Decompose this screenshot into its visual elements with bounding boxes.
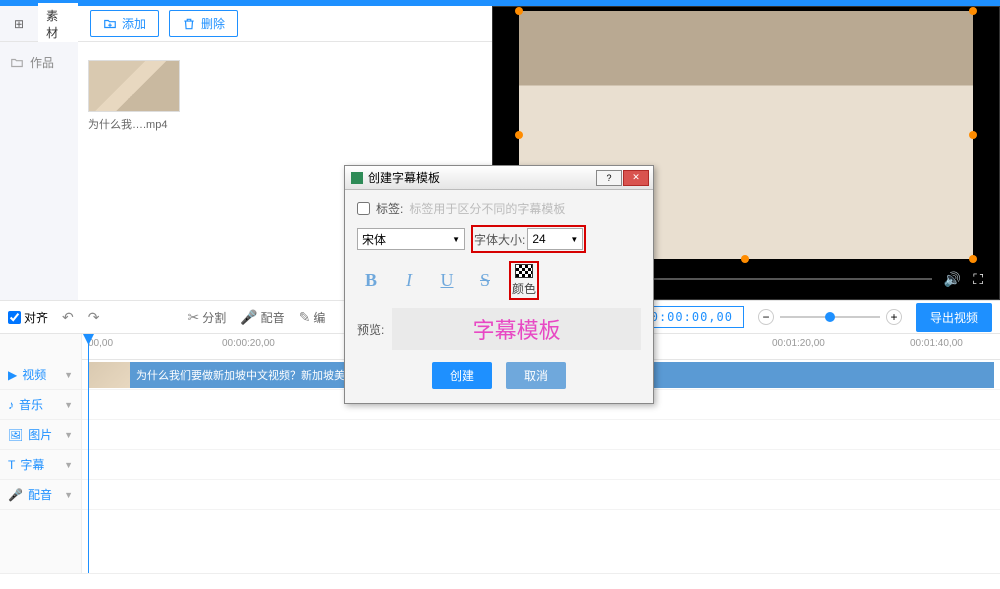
fontsize-select[interactable]: 24 ▼ xyxy=(527,228,583,250)
voiceover-button[interactable]: 🎤配音 xyxy=(240,309,284,326)
dialog-app-icon xyxy=(351,172,363,184)
split-button[interactable]: ✂分割 xyxy=(187,309,226,326)
resize-handle[interactable] xyxy=(515,7,523,15)
fontsize-label: 字体大小: xyxy=(474,231,525,248)
fullscreen-icon[interactable]: ⛶ xyxy=(973,271,983,288)
tag-checkbox[interactable] xyxy=(357,202,370,215)
dialog-title: 创建字幕模板 xyxy=(368,169,440,186)
align-label: 对齐 xyxy=(24,309,48,326)
ruler-tick: 00:01:40,00 xyxy=(910,338,963,349)
track-label-image[interactable]: 🖼图片▼ xyxy=(0,420,81,450)
zoom-out-button[interactable]: − xyxy=(758,309,774,325)
resize-handle[interactable] xyxy=(515,131,523,139)
sidebar-tab-grid-icon[interactable]: ⊞ xyxy=(6,13,32,35)
redo-button[interactable]: ↷ xyxy=(88,309,100,326)
video-icon: ▶ xyxy=(8,368,17,382)
color-highlight: 颜色 xyxy=(509,261,539,300)
track-row-voiceover[interactable] xyxy=(82,480,1000,510)
track-label-audio[interactable]: ♪音乐▼ xyxy=(0,390,81,420)
track-label-voiceover[interactable]: 🎤配音▼ xyxy=(0,480,81,510)
close-button[interactable]: ✕ xyxy=(623,170,649,186)
resize-handle[interactable] xyxy=(969,7,977,15)
undo-button[interactable]: ↶ xyxy=(62,309,74,326)
chevron-down-icon: ▼ xyxy=(64,490,73,500)
chevron-down-icon: ▼ xyxy=(64,460,73,470)
font-select[interactable]: 宋体 ▼ xyxy=(357,228,465,250)
playhead[interactable] xyxy=(88,334,89,573)
subtitle-preview: 字幕模板 xyxy=(392,308,641,350)
edit-button[interactable]: ✎编 xyxy=(299,309,326,326)
export-button[interactable]: 导出视频 xyxy=(916,303,992,332)
zoom-in-button[interactable]: + xyxy=(886,309,902,325)
align-checkbox-input[interactable] xyxy=(8,311,21,324)
clip-thumbnail xyxy=(88,60,180,112)
resize-handle[interactable] xyxy=(969,131,977,139)
clip-thumbnail xyxy=(88,362,130,388)
fontsize-highlight: 字体大小: 24 ▼ xyxy=(471,225,586,253)
media-clip[interactable]: 为什么我….mp4 xyxy=(88,60,180,132)
align-checkbox[interactable]: 对齐 xyxy=(8,309,48,326)
chevron-down-icon: ▼ xyxy=(64,400,73,410)
microphone-icon: 🎤 xyxy=(8,488,23,502)
folder-plus-icon xyxy=(103,17,117,31)
tag-label: 标签: xyxy=(376,200,403,217)
add-button[interactable]: 添加 xyxy=(90,10,159,37)
microphone-icon: 🎤 xyxy=(240,309,257,326)
chevron-down-icon: ▼ xyxy=(64,430,73,440)
tag-placeholder: 标签用于区分不同的字幕模板 xyxy=(409,200,565,217)
scissors-icon: ✂ xyxy=(187,309,199,326)
ruler-tick: 00:01:20,00 xyxy=(772,338,825,349)
preview-label: 预览: xyxy=(357,321,384,338)
zoom-slider[interactable] xyxy=(780,316,880,318)
track-label-video[interactable]: ▶视频▼ xyxy=(0,360,81,390)
color-swatch-icon xyxy=(515,264,533,278)
chevron-down-icon: ▼ xyxy=(570,235,578,244)
bold-button[interactable]: B xyxy=(357,270,385,291)
font-value: 宋体 xyxy=(362,231,386,248)
trash-icon xyxy=(182,17,196,31)
help-button[interactable]: ? xyxy=(596,170,622,186)
color-button[interactable]: 颜色 xyxy=(512,264,536,297)
track-row-image[interactable] xyxy=(82,420,1000,450)
strikethrough-button[interactable]: S xyxy=(471,270,499,291)
works-label: 作品 xyxy=(30,54,54,71)
italic-button[interactable]: I xyxy=(395,270,423,291)
underline-button[interactable]: U xyxy=(433,270,461,291)
folder-icon xyxy=(10,56,24,70)
track-label-subtitle[interactable]: T字幕▼ xyxy=(0,450,81,480)
create-subtitle-template-dialog: 创建字幕模板 ? ✕ 标签: 标签用于区分不同的字幕模板 宋体 ▼ 字体大小: … xyxy=(344,165,654,404)
delete-label: 删除 xyxy=(201,15,225,32)
ruler-tick: 00,00 xyxy=(88,338,113,349)
sidebar-tab-materials[interactable]: 素材 xyxy=(38,3,78,45)
volume-icon[interactable]: 🔊 xyxy=(944,271,961,288)
create-button[interactable]: 创建 xyxy=(432,362,492,389)
ruler-tick: 00:00:20,00 xyxy=(222,338,275,349)
dialog-titlebar[interactable]: 创建字幕模板 ? ✕ xyxy=(345,166,653,190)
image-icon: 🖼 xyxy=(8,428,23,442)
track-row-subtitle[interactable] xyxy=(82,450,1000,480)
add-label: 添加 xyxy=(122,15,146,32)
sidebar-tabs: ⊞ 素材 xyxy=(0,6,78,41)
chevron-down-icon: ▼ xyxy=(452,235,460,244)
chevron-down-icon: ▼ xyxy=(64,370,73,380)
track-labels: ▶视频▼ ♪音乐▼ 🖼图片▼ T字幕▼ 🎤配音▼ xyxy=(0,334,82,573)
cancel-button[interactable]: 取消 xyxy=(506,362,566,389)
clip-filename: 为什么我….mp4 xyxy=(88,116,180,132)
color-label: 颜色 xyxy=(512,280,536,297)
fontsize-value: 24 xyxy=(532,232,545,246)
style-buttons-row: B I U S 颜色 xyxy=(357,261,641,300)
dialog-body: 标签: 标签用于区分不同的字幕模板 宋体 ▼ 字体大小: 24 ▼ B I U … xyxy=(345,190,653,403)
left-sidebar: 作品 xyxy=(0,42,78,300)
sidebar-item-works[interactable]: 作品 xyxy=(6,50,72,75)
music-icon: ♪ xyxy=(8,398,14,412)
zoom-control: − + xyxy=(758,309,902,325)
pencil-icon: ✎ xyxy=(299,309,311,326)
delete-button[interactable]: 删除 xyxy=(169,10,238,37)
text-icon: T xyxy=(8,458,15,472)
